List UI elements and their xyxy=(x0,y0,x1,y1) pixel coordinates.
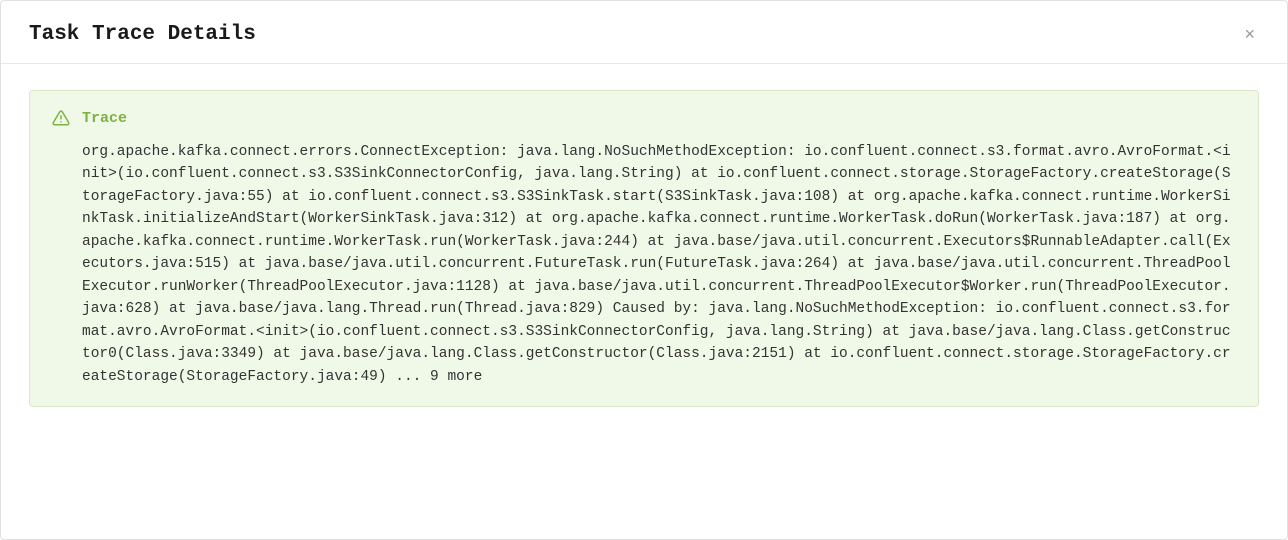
trace-header: Trace xyxy=(52,109,1236,127)
modal-title: Task Trace Details xyxy=(29,23,256,46)
close-button[interactable]: × xyxy=(1240,21,1259,47)
trace-label: Trace xyxy=(82,110,127,127)
modal-header: Task Trace Details × xyxy=(1,1,1287,64)
modal-body: Trace org.apache.kafka.connect.errors.Co… xyxy=(1,64,1287,433)
trace-panel: Trace org.apache.kafka.connect.errors.Co… xyxy=(29,90,1259,407)
task-trace-modal: Task Trace Details × Trace org.apache.ka… xyxy=(0,0,1288,540)
trace-content: org.apache.kafka.connect.errors.ConnectE… xyxy=(52,141,1236,388)
warning-icon xyxy=(52,109,70,127)
